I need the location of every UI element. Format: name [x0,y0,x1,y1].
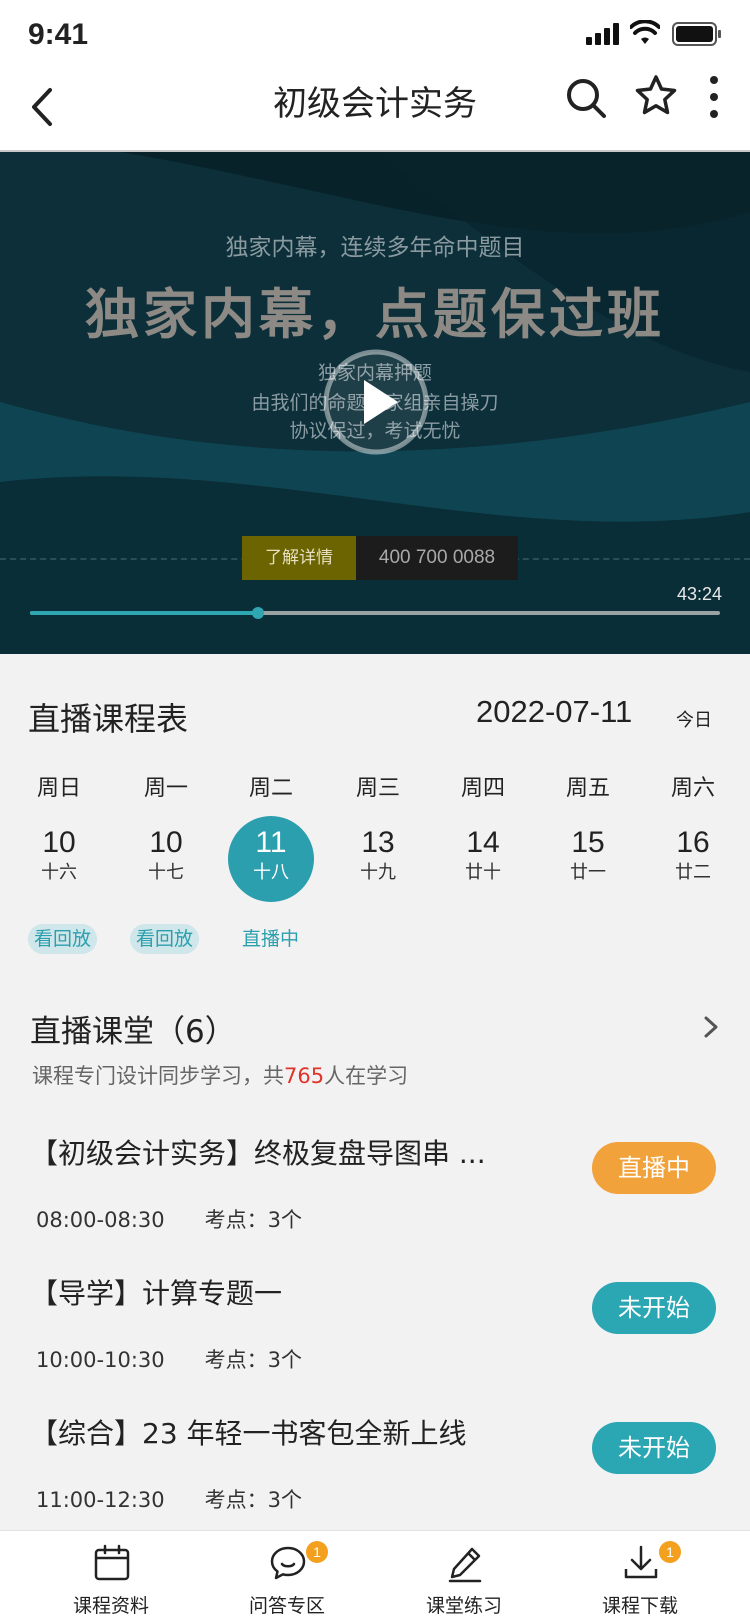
lunar-date: 十七 [148,862,184,883]
calendar-day[interactable]: 周一 10 十七 [116,770,216,886]
lunar-date: 廿十 [465,862,501,883]
calendar-day[interactable]: 周五 15 廿一 [538,770,638,886]
course-meta: 10:00-10:30 考点：3个 [36,1344,302,1374]
replay-tag[interactable]: 看回放 [28,924,98,954]
tab-label: 课堂练习 [425,1595,502,1617]
calendar-day[interactable]: 周四 14 廿十 [433,770,533,886]
day-number: 16 [676,826,710,859]
course-time: 10:00-10:30 [36,1348,165,1372]
course-points: 考点：3个 [204,1348,302,1372]
live-tag[interactable]: 直播中 [236,924,305,954]
day-number: 10 [42,826,76,859]
video-headline: 独家内幕，点题保过班 [85,283,665,346]
wifi-icon [630,20,660,44]
tab-downloads[interactable]: 1 课程下载 [565,1531,715,1624]
cellular-signal-icon [586,23,619,45]
battery-icon [672,22,721,46]
day-number: 10 [149,826,183,859]
lunar-date: 廿一 [570,862,606,883]
weekday-label: 周二 [248,776,293,801]
weekday-label: 周一 [143,776,188,801]
calendar-day[interactable]: 周三 13 十九 [328,770,428,886]
search-icon[interactable] [562,74,610,122]
progress-track[interactable] [30,607,720,619]
tab-qa[interactable]: 1 问答专区 [212,1531,362,1624]
course-item[interactable]: 【导学】计算专题一 10:00-10:30 考点：3个 未开始 [0,1272,750,1392]
notification-badge: 1 [659,1541,681,1563]
download-icon [624,1545,658,1579]
tab-practice[interactable]: 课堂练习 [389,1531,539,1624]
play-icon[interactable] [322,348,430,456]
subtitle-suffix: 人在学习 [324,1064,409,1088]
course-time: 11:00-12:30 [36,1488,165,1512]
tab-label: 课程下载 [601,1595,678,1617]
tab-course-materials[interactable]: 课程资料 [36,1531,186,1624]
chevron-right-icon[interactable] [700,1012,722,1042]
day-number: 15 [571,826,605,859]
weekday-label: 周六 [670,776,715,801]
learner-count: 765 [284,1064,325,1088]
lunar-date: 十六 [41,862,77,883]
video-duration: 43:24 [676,584,722,604]
course-points: 考点：3个 [204,1208,302,1232]
week-calendar: 周日 10 十六 周一 10 十七 周二 11 十八 周三 13 十九 周四 1… [0,770,750,902]
bottom-tab-bar: 课程资料 1 问答专区 课堂练习 1 课程下载 [0,1530,750,1624]
progress-fill [30,611,258,615]
detail-button[interactable]: 了解详情 [242,536,356,580]
weekday-label: 周五 [565,776,610,801]
live-room-subtitle: 课程专门设计同步学习，共765人在学习 [32,1060,408,1090]
calendar-day[interactable]: 周日 10 十六 [9,770,109,886]
pen-icon [448,1547,482,1583]
calendar-day[interactable]: 周六 16 廿二 [643,770,743,886]
weekday-label: 周四 [460,776,505,801]
notification-badge: 1 [306,1541,328,1563]
nav-bar: 初级会计实务 [0,62,750,152]
course-meta: 08:00-08:30 考点：3个 [36,1204,302,1234]
video-subtitle: 独家内幕，连续多年命中题目 [225,235,525,261]
replay-tag[interactable]: 看回放 [130,924,200,954]
course-meta: 11:00-12:30 考点：3个 [36,1484,302,1514]
day-number: 14 [466,826,500,859]
course-item[interactable]: 【初级会计实务】终极复盘导图串 ... 08:00-08:30 考点：3个 直播中 [0,1132,750,1252]
status-time: 9:41 [28,18,89,51]
lunar-date: 十八 [253,862,289,883]
tab-label: 问答专区 [248,1595,325,1617]
day-number: 13 [361,826,395,859]
calendar-icon [94,1544,130,1581]
video-player[interactable]: 独家内幕，连续多年命中题目 独家内幕，点题保过班 独家内幕押题 由我们的命题专家… [0,152,750,654]
phone-number: 400 700 0088 [356,536,518,580]
today-button[interactable]: 今日 [676,706,712,732]
status-bar: 9:41 [0,0,750,62]
star-icon[interactable] [632,72,680,120]
tab-label: 课程资料 [72,1595,149,1617]
day-number: 11 [255,826,287,859]
calendar-day[interactable]: 周二 11 十八 [221,770,321,902]
course-status-button[interactable]: 未开始 [592,1282,716,1334]
more-vertical-icon[interactable] [702,72,726,122]
course-status-button[interactable]: 直播中 [592,1142,716,1194]
schedule-title: 直播课程表 [28,700,189,738]
live-room-title: 直播课堂（6） [30,1014,236,1050]
lunar-date: 十九 [360,862,396,883]
course-title: 【综合】23 年轻一书客包全新上线 [30,1417,467,1450]
course-title: 【初级会计实务】终极复盘导图串 ... [30,1137,486,1170]
lunar-date: 廿二 [675,862,711,883]
schedule-date[interactable]: 2022-07-11 [476,694,632,730]
course-item[interactable]: 【综合】23 年轻一书客包全新上线 11:00-12:30 考点：3个 未开始 [0,1412,750,1532]
weekday-label: 周三 [355,776,400,801]
course-status-button[interactable]: 未开始 [592,1422,716,1474]
subtitle-prefix: 课程专门设计同步学习，共 [32,1064,284,1088]
weekday-label: 周日 [36,776,81,801]
chat-bubble-icon [270,1546,306,1580]
progress-thumb[interactable] [251,607,264,619]
course-points: 考点：3个 [204,1488,302,1512]
course-time: 08:00-08:30 [36,1208,165,1232]
course-title: 【导学】计算专题一 [30,1277,283,1310]
